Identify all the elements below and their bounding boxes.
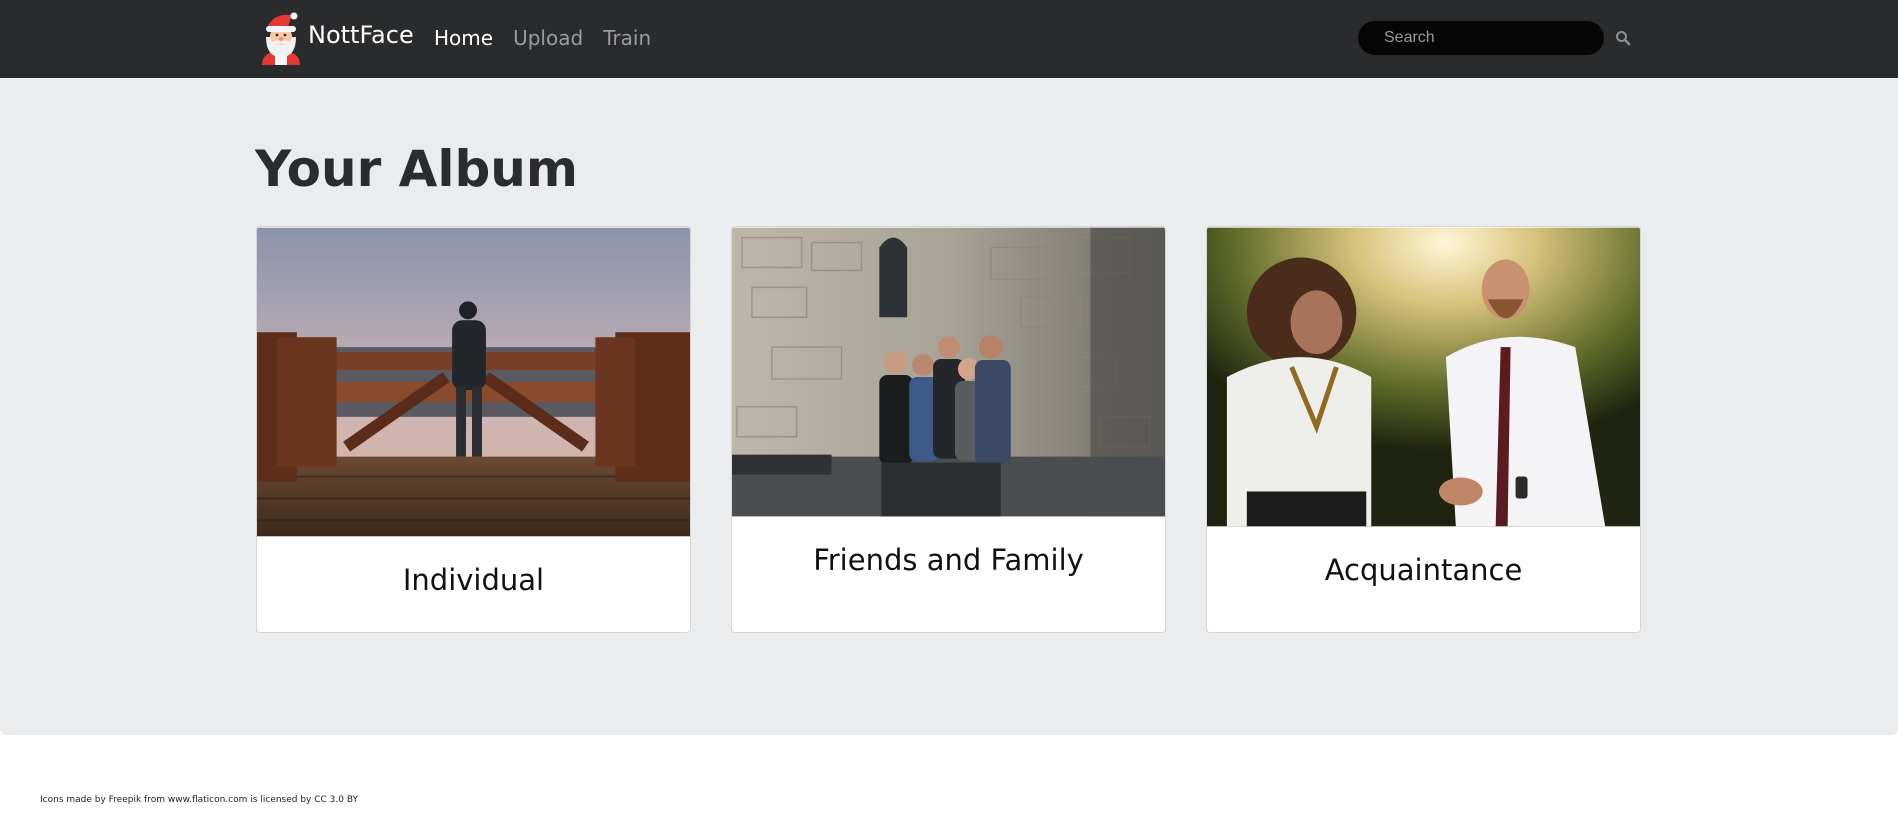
album-card-image [1207,227,1640,527]
album-card-label: Individual [402,563,545,597]
album-card-acquaintance[interactable]: Acquaintance [1206,226,1641,633]
nav-link-train[interactable]: Train [603,26,651,50]
album-card-image [257,227,690,537]
brand-link[interactable]: NottFace [258,10,414,66]
page-title: Your Album [255,140,578,198]
album-card-label: Acquaintance [1324,553,1523,587]
album-card-image [732,227,1165,517]
nav-link-upload[interactable]: Upload [513,26,583,50]
top-navbar: NottFace Home Upload Train [0,0,1898,78]
brand-name: NottFace [308,21,414,49]
album-card-friends-and-family[interactable]: Friends and Family [731,226,1166,633]
search-icon [1616,31,1631,46]
album-section: Your Album Individual Friends and Family… [0,78,1898,735]
nav-menu: Home Upload Train [434,26,651,50]
search-button[interactable] [1610,25,1636,51]
santa-claus-icon [262,12,300,65]
icon-credit: Icons made by Freepik from www.flaticon.… [40,795,359,805]
search-input[interactable] [1358,21,1604,55]
search-form [1358,21,1636,55]
album-card-label: Friends and Family [813,543,1084,577]
nav-link-home[interactable]: Home [434,26,493,50]
album-card-individual[interactable]: Individual [256,226,691,633]
